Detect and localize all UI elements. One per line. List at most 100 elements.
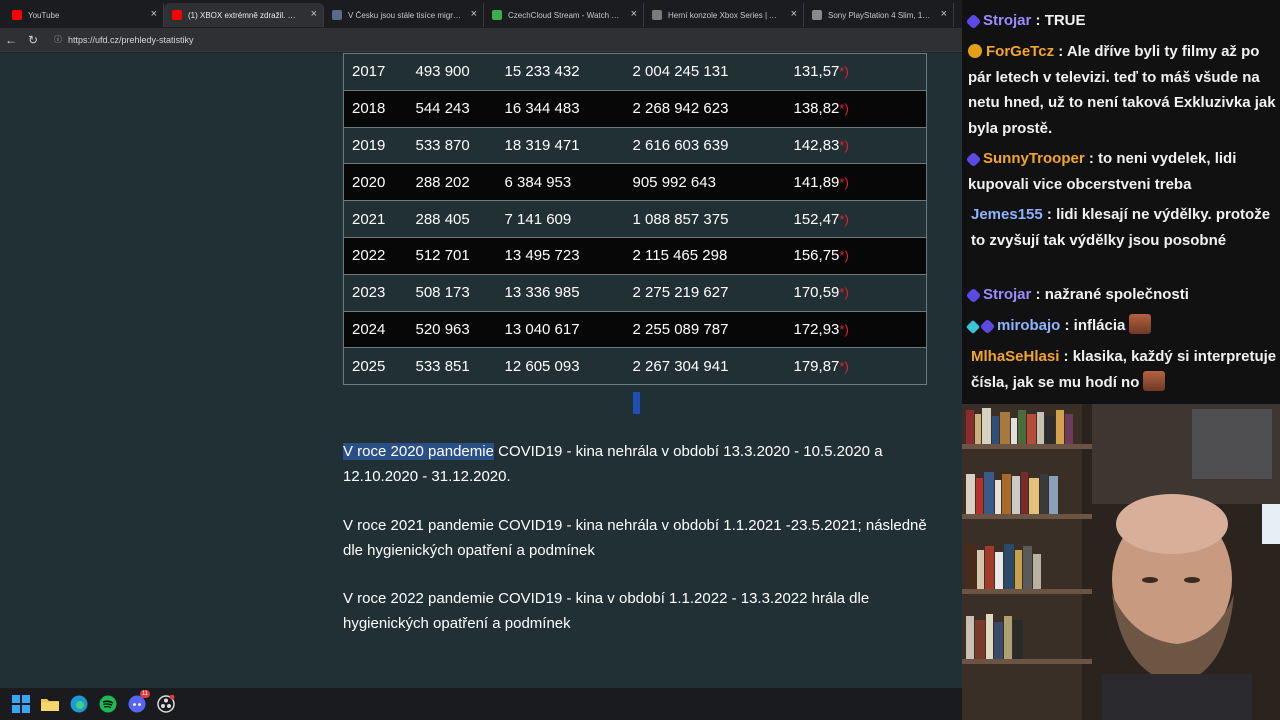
table-cell: 156,75*): [793, 236, 927, 275]
chat-username[interactable]: MlhaSeHlasi: [971, 348, 1059, 365]
footnote-marker: *): [839, 285, 849, 301]
table-cell: 508 173: [415, 273, 505, 312]
chat-text: : inflácia: [1060, 317, 1126, 334]
footnote-marker: *): [839, 101, 849, 117]
table-cell: 7 141 609: [504, 200, 633, 238]
subscriber-badge-icon: [968, 44, 982, 58]
chat-username[interactable]: Strojar: [983, 12, 1031, 29]
page-content: 2017 493 900 15 233 432 2 004 245 131 131,57…: [0, 53, 962, 688]
table-cell: 16 344 483: [504, 89, 633, 128]
avg-price: 172,93: [793, 320, 840, 338]
close-icon[interactable]: ×: [791, 9, 797, 20]
chat-message: ForGeTcz : Ale dříve byli ty filmy až po…: [968, 39, 1280, 141]
table-cell: 141,89*): [793, 163, 927, 202]
table-row: 2025 533 851 12 605 093 2 267 304 941 179,87…: [343, 347, 927, 386]
page-icon: [332, 10, 342, 20]
table-cell: 2017: [343, 53, 416, 91]
tab-bar: YouTube×(1) XBOX extrémně zdražil. 💀 | R…: [0, 0, 962, 28]
table-row: 2024 520 963 13 040 617 2 255 089 787 172,93…: [343, 310, 927, 349]
table-cell: 533 851: [415, 347, 505, 386]
footnote-marker: *): [839, 248, 849, 264]
close-icon[interactable]: ×: [311, 9, 317, 20]
chat-username[interactable]: ForGeTcz: [986, 43, 1054, 60]
chat-message: mirobajo : inflácia: [965, 313, 1280, 339]
table-row: 2020 288 202 6 384 953 905 992 643 141,89*): [343, 163, 927, 202]
table-cell: 2 616 603 639: [632, 126, 794, 165]
table-row: 2021 288 405 7 141 609 1 088 857 375 152,47*…: [343, 200, 927, 238]
youtube-icon: [172, 10, 182, 20]
subscriber-badge-icon: [979, 318, 996, 335]
close-icon[interactable]: ×: [631, 9, 637, 20]
table-cell: 512 701: [415, 236, 505, 275]
table-row: 2023 508 173 13 336 985 2 275 219 627 170,59…: [343, 273, 927, 312]
table-cell: 2 275 219 627: [632, 273, 794, 312]
table-cell: 2018: [343, 89, 416, 128]
file-explorer-icon[interactable]: [39, 693, 61, 715]
address-bar[interactable]: ⓘ https://ufd.cz/prehledy-statistiky: [54, 31, 934, 49]
webcam-feed: [962, 404, 1280, 720]
note-2022: V roce 2022 pandemie COVID19 - kina v ob…: [343, 590, 870, 632]
discord-icon[interactable]: 11: [126, 690, 150, 715]
chat-username[interactable]: Strojar: [983, 286, 1031, 303]
back-arrow-icon[interactable]: ←: [0, 29, 22, 51]
avg-price: 152,47: [793, 210, 840, 228]
table-cell: 288 202: [415, 163, 505, 202]
table-cell: 2 115 465 298: [632, 236, 794, 275]
stream-chat: Strojar : TRUE ForGeTcz : Ale dříve byli …: [962, 0, 1280, 404]
chat-username[interactable]: mirobajo: [997, 317, 1060, 334]
table-row: 2019 533 870 18 319 471 2 616 603 639 142,83…: [343, 126, 927, 165]
tab-title: CzechCloud Stream - Watch Live o: [508, 10, 621, 20]
close-icon[interactable]: ×: [471, 9, 477, 20]
chat-username[interactable]: Jemes155: [971, 206, 1043, 223]
table-cell: 138,82*): [793, 89, 927, 128]
browser-window: YouTube×(1) XBOX extrémně zdražil. 💀 | R…: [0, 0, 962, 688]
browser-tab[interactable]: (1) XBOX extrémně zdražil. 💀 | Re ×: [164, 3, 324, 27]
chat-username[interactable]: SunnyTrooper: [983, 150, 1085, 167]
browser-tab[interactable]: Herní konzole Xbox Series | Alza.cz ×: [644, 3, 804, 27]
table-cell: 288 405: [415, 200, 505, 238]
avg-price: 156,75: [793, 247, 840, 265]
table-cell: 2 004 245 131: [632, 53, 794, 91]
tab-title: Herní konzole Xbox Series | Alza.cz: [668, 10, 781, 20]
reload-icon[interactable]: ↻: [22, 29, 44, 51]
footnote-marker: *): [839, 358, 849, 374]
youtube-icon: [12, 10, 22, 20]
browser-tab[interactable]: CzechCloud Stream - Watch Live o ×: [484, 3, 644, 27]
subscriber-badge-icon: [965, 13, 982, 30]
table-cell: 1 088 857 375: [632, 200, 794, 238]
table-cell: 172,93*): [793, 310, 927, 349]
footnote-marker: *): [839, 64, 849, 80]
globe-icon: [812, 10, 822, 20]
stream-icon: [492, 10, 502, 20]
table-cell: 179,87*): [793, 347, 927, 386]
browser-tab[interactable]: YouTube ×: [4, 3, 164, 27]
table-cell: 520 963: [415, 310, 505, 349]
table-cell: 13 495 723: [504, 236, 633, 275]
tab-title: (1) XBOX extrémně zdražil. 💀 | Re: [188, 10, 301, 20]
table-cell: 152,47*): [793, 200, 927, 238]
table-cell: 2022: [343, 236, 416, 275]
site-info-icon[interactable]: ⓘ: [54, 34, 62, 45]
footnote-marker: *): [839, 321, 849, 337]
table-row: 2022 512 701 13 495 723 2 115 465 298 156,75…: [343, 236, 927, 275]
chat-message: SunnyTrooper : to neni vydelek, lidi kup…: [965, 146, 1280, 197]
table-cell: 2019: [343, 126, 416, 165]
avg-price: 170,59: [793, 284, 840, 302]
obs-icon[interactable]: [155, 693, 177, 715]
close-icon[interactable]: ×: [151, 9, 157, 20]
windows-start-icon[interactable]: [10, 693, 32, 715]
close-icon[interactable]: ×: [941, 9, 947, 20]
note-2020: V roce 2020 pandemie COVID19 - kina nehr…: [343, 440, 933, 489]
table-cell: 15 233 432: [504, 53, 633, 91]
webcam-image: [962, 404, 1280, 720]
chat-message: MlhaSeHlasi : klasika, každý si interpre…: [968, 344, 1280, 395]
edge-browser-icon[interactable]: [68, 693, 90, 715]
table-cell: 2 255 089 787: [632, 310, 794, 349]
table-cell: 6 384 953: [504, 163, 633, 202]
spotify-icon[interactable]: [97, 693, 119, 715]
browser-tab[interactable]: V Česku jsou stále tisíce migrantů ×: [324, 3, 484, 27]
selected-text: V roce 2020 pandemie: [343, 443, 494, 460]
table-cell: 12 605 093: [504, 347, 633, 386]
discord-notification-badge: 11: [139, 690, 150, 698]
browser-tab[interactable]: Sony PlayStation 4 Slim, 1TB černá ×: [804, 3, 954, 27]
